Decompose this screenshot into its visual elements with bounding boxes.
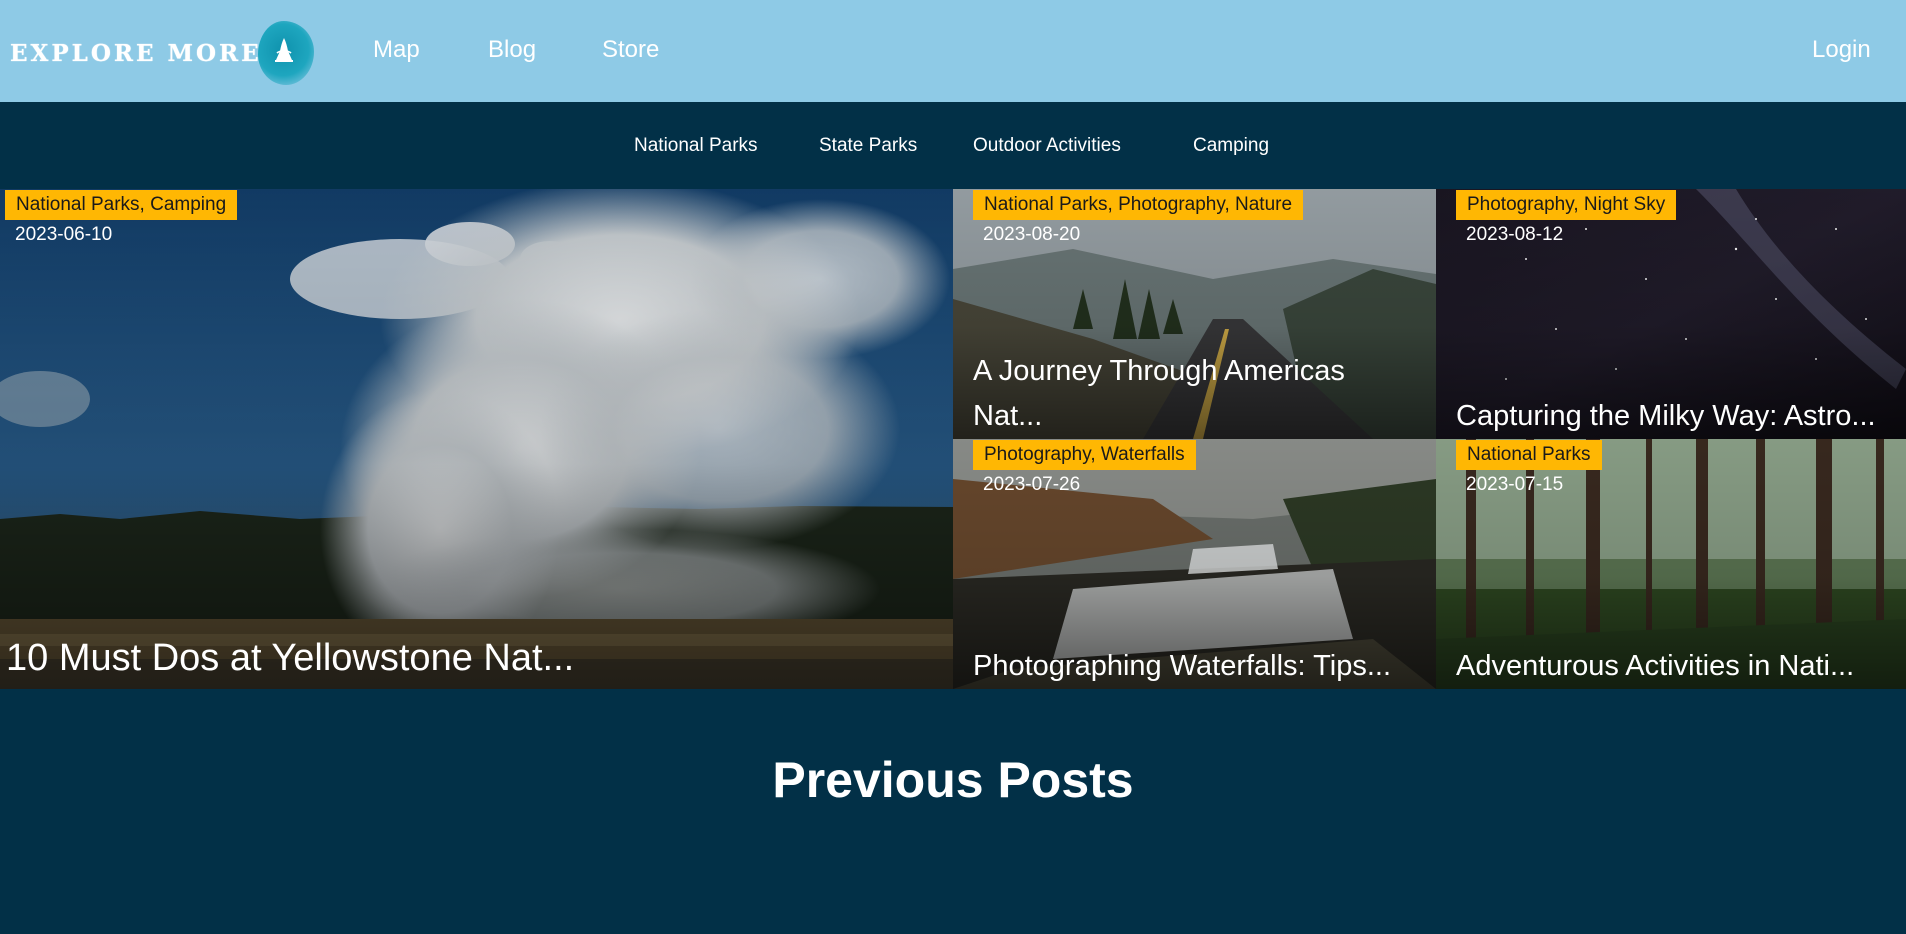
category-state-parks[interactable]: State Parks <box>819 135 917 157</box>
post-tags[interactable]: Photography, Waterfalls <box>973 440 1196 470</box>
nav-blog-link[interactable]: Blog <box>488 36 536 64</box>
logo-geyser-icon <box>254 19 316 87</box>
post-card-journey[interactable]: National Parks, Photography, Nature 2023… <box>953 189 1436 439</box>
post-date: 2023-08-12 <box>1466 224 1564 245</box>
post-title-line-1[interactable]: A Journey Through Americas <box>973 349 1345 394</box>
post-title[interactable]: Adventurous Activities in Nati... <box>1456 644 1854 689</box>
previous-posts-section: Previous Posts <box>0 689 1906 934</box>
post-tags[interactable]: Photography, Night Sky <box>1456 190 1677 220</box>
post-title-line-2[interactable]: Nat... <box>973 394 1042 439</box>
post-date: 2023-08-20 <box>983 224 1081 245</box>
brand-name: EXPLORE MORE <box>10 39 262 67</box>
nav-map-link[interactable]: Map <box>373 36 420 64</box>
category-national-parks[interactable]: National Parks <box>634 135 758 157</box>
category-bar: National Parks State Parks Outdoor Activ… <box>0 102 1906 189</box>
post-title[interactable]: 10 Must Dos at Yellowstone Nat... <box>6 636 574 681</box>
login-link[interactable]: Login <box>1812 36 1871 64</box>
post-title[interactable]: Photographing Waterfalls: Tips... <box>973 644 1391 689</box>
post-card-milky-way[interactable]: Photography, Night Sky 2023-08-12 Captur… <box>1436 189 1906 439</box>
nav-store-link[interactable]: Store <box>602 36 659 64</box>
post-date: 2023-07-26 <box>983 474 1081 495</box>
brand-logo[interactable]: EXPLORE MORE <box>10 18 316 88</box>
post-card-waterfalls[interactable]: Photography, Waterfalls 2023-07-26 Photo… <box>953 439 1436 689</box>
post-card-yellowstone[interactable]: National Parks, Camping 2023-06-10 10 Mu… <box>0 189 953 689</box>
post-title[interactable]: Capturing the Milky Way: Astro... <box>1456 394 1876 439</box>
post-date: 2023-06-10 <box>15 224 113 245</box>
page: EXPLORE MORE Map Blog Store Login Nation… <box>0 0 1906 934</box>
top-navbar: EXPLORE MORE Map Blog Store Login <box>0 0 1906 102</box>
post-tags[interactable]: National Parks, Photography, Nature <box>973 190 1304 220</box>
category-outdoor-activities[interactable]: Outdoor Activities <box>973 135 1121 157</box>
category-camping[interactable]: Camping <box>1193 135 1269 157</box>
post-card-adventurous[interactable]: National Parks 2023-07-15 Adventurous Ac… <box>1436 439 1906 689</box>
post-date: 2023-07-15 <box>1466 474 1564 495</box>
post-tags[interactable]: National Parks, Camping <box>5 190 238 220</box>
post-tags[interactable]: National Parks <box>1456 440 1602 470</box>
previous-posts-heading: Previous Posts <box>772 752 1134 808</box>
